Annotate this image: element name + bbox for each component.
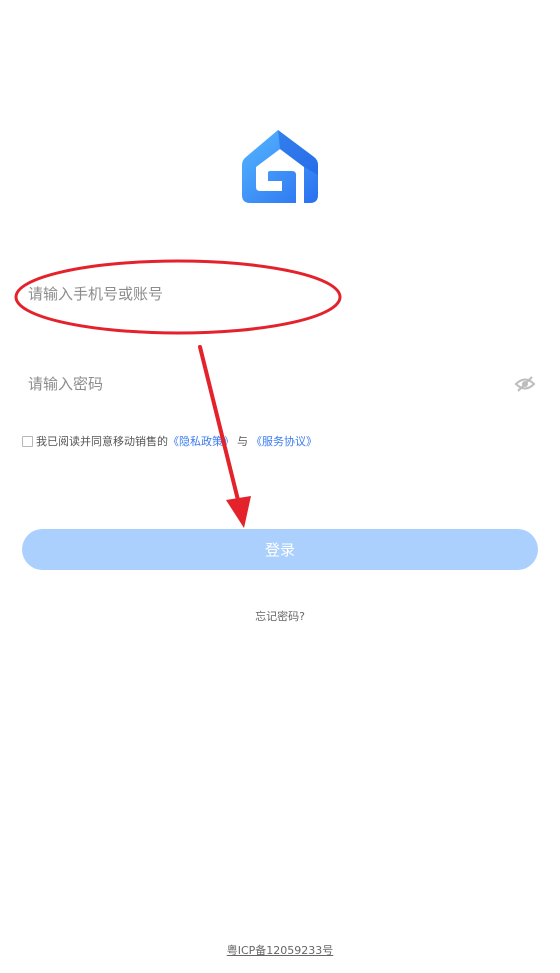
house-logo-icon bbox=[238, 127, 322, 205]
eye-closed-icon[interactable] bbox=[514, 374, 536, 394]
password-field[interactable] bbox=[28, 364, 538, 404]
agreement-row: 我已阅读并同意移动销售的 《隐私政策》 与 《服务协议》 bbox=[22, 433, 317, 449]
icp-footer: 粤ICP备12059233号 bbox=[0, 942, 560, 958]
forgot-password-link[interactable]: 忘记密码? bbox=[0, 608, 560, 624]
account-field[interactable] bbox=[28, 274, 538, 314]
agreement-joiner: 与 bbox=[237, 435, 248, 448]
password-input[interactable] bbox=[28, 375, 538, 393]
login-button[interactable]: 登录 bbox=[22, 529, 538, 570]
agreement-prefix: 我已阅读并同意移动销售的 bbox=[36, 435, 168, 448]
agreement-checkbox[interactable] bbox=[22, 435, 33, 447]
service-agreement-link[interactable]: 《服务协议》 bbox=[251, 433, 317, 449]
annotation-arrow-head bbox=[226, 496, 251, 528]
account-input[interactable] bbox=[28, 285, 538, 303]
icp-link[interactable]: 粤ICP备12059233号 bbox=[227, 944, 334, 957]
privacy-policy-link[interactable]: 《隐私政策》 bbox=[168, 433, 234, 449]
